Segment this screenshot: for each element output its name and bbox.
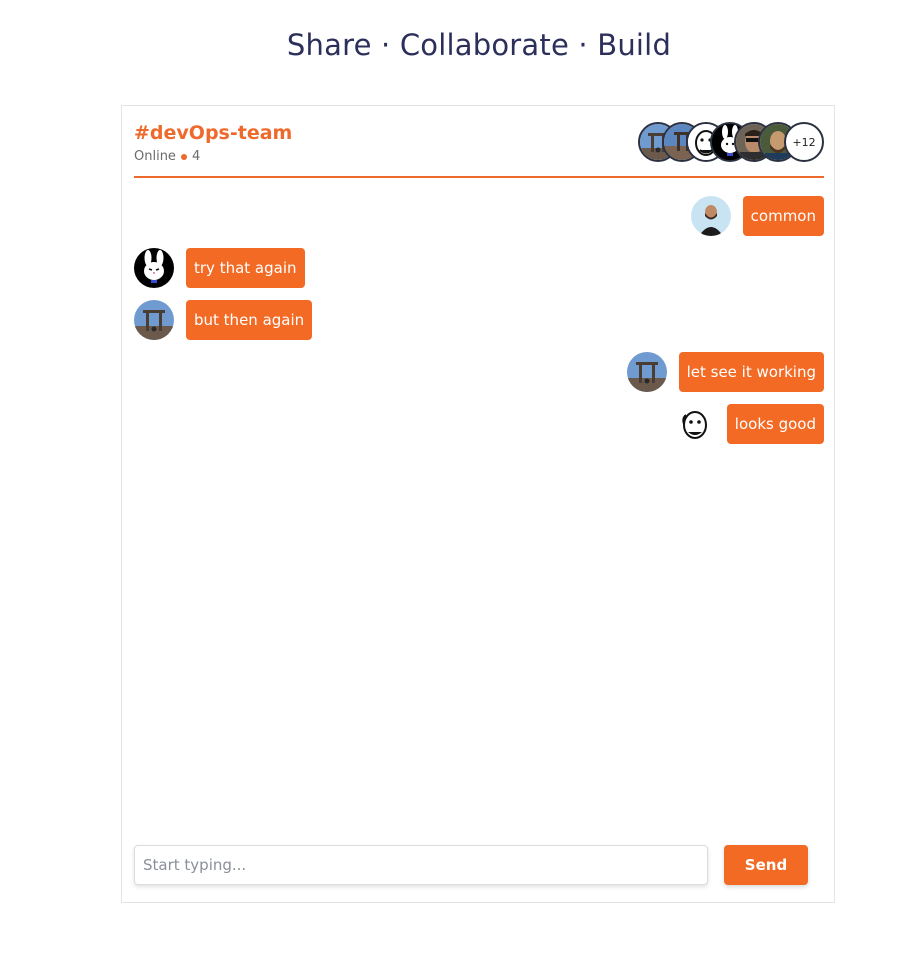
message-item: common (134, 196, 824, 236)
online-label: Online (134, 149, 176, 164)
send-button[interactable]: Send (724, 845, 808, 885)
message-bubble: but then again (186, 300, 313, 340)
more-members-badge[interactable]: +12 (784, 122, 824, 162)
message-item: looks good (134, 404, 824, 444)
sender-avatar[interactable] (134, 248, 174, 288)
message-item: let see it working (134, 352, 824, 392)
sender-avatar[interactable] (626, 352, 667, 392)
message-bubble: try that again (186, 248, 305, 288)
message-bubble: common (742, 196, 824, 236)
temple-gate-avatar-icon (626, 352, 667, 392)
message-input[interactable] (134, 845, 708, 885)
cartoon-face-avatar-icon (674, 404, 715, 444)
chat-header: #devOps-team Online 4 +12 (134, 122, 824, 178)
sender-avatar[interactable] (134, 300, 174, 340)
online-status: Online 4 (134, 149, 200, 164)
temple-gate-avatar-icon (134, 300, 174, 340)
page-title: Share · Collaborate · Build (286, 28, 672, 62)
message-composer: Send (134, 845, 824, 885)
online-dot-icon (180, 153, 187, 160)
bunny-avatar-icon (134, 248, 174, 288)
message-bubble: looks good (726, 404, 824, 444)
member-avatar-stack[interactable]: +12 (638, 122, 824, 162)
sender-avatar[interactable] (690, 196, 731, 236)
message-item: but then again (134, 300, 824, 340)
online-count: 4 (191, 149, 201, 164)
message-bubble: let see it working (678, 352, 824, 392)
message-item: try that again (134, 248, 824, 288)
message-list: common try that again but then again let… (134, 196, 824, 456)
man-with-beard-avatar-icon (690, 196, 731, 236)
chat-window: #devOps-team Online 4 +12 common try tha… (121, 105, 835, 903)
sender-avatar[interactable] (674, 404, 715, 444)
channel-name[interactable]: #devOps-team (134, 122, 292, 144)
